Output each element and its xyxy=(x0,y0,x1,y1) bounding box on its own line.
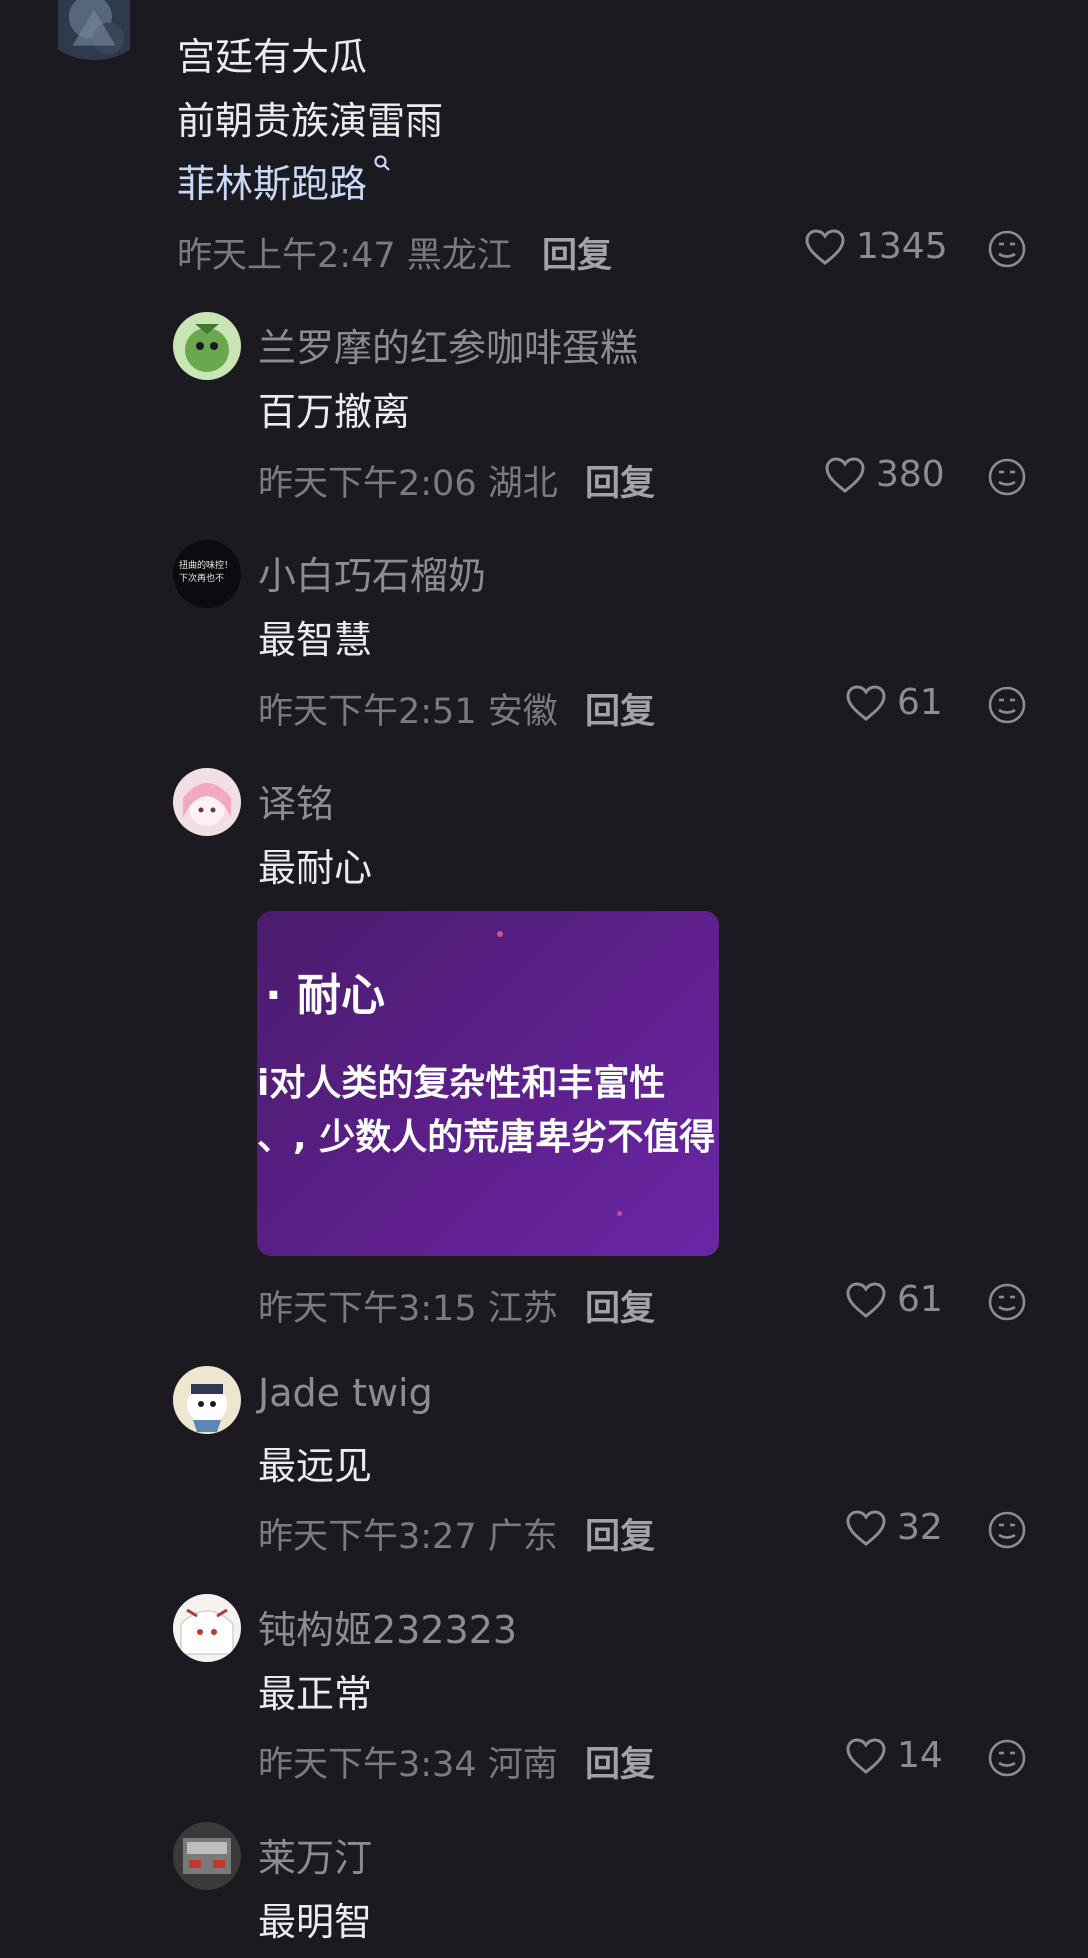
like-button[interactable]: 1345 xyxy=(804,226,948,267)
reply-author-name[interactable]: Jade twig xyxy=(258,1371,433,1415)
like-button[interactable]: 61 xyxy=(845,1279,943,1320)
reply-image[interactable]: · 耐心 i对人类的复杂性和丰富性 、, 少数人的荒唐卑劣不值得 xyxy=(257,911,719,1256)
comment-location: 黑龙江 xyxy=(406,236,512,276)
emoji-face-icon[interactable] xyxy=(987,685,1027,725)
comment-meta: 昨天上午2:47 黑龙江 xyxy=(177,227,512,278)
emoji-face-icon[interactable] xyxy=(987,457,1027,497)
reply-author-name[interactable]: 小白巧石榴奶 xyxy=(258,545,486,600)
image-line: 、, 少数人的荒唐卑劣不值得 xyxy=(257,1117,716,1158)
comment-location: 江苏 xyxy=(487,1289,558,1329)
heart-outline-icon xyxy=(846,1509,886,1546)
image-line: i对人类的复杂性和丰富性 xyxy=(257,1063,666,1104)
like-count: 32 xyxy=(897,1507,943,1548)
like-button[interactable]: 380 xyxy=(824,454,945,495)
comment-text-line: 宫廷有大瓜 xyxy=(177,35,368,79)
reply-button[interactable]: 回复 xyxy=(585,455,655,506)
avatar[interactable] xyxy=(43,0,145,60)
heart-outline-icon xyxy=(805,228,845,265)
avatar[interactable]: 扭曲的味控！ 下次再也不 xyxy=(173,540,241,608)
avatar[interactable] xyxy=(173,768,241,836)
heart-outline-icon xyxy=(825,456,865,493)
heart-outline-icon xyxy=(846,684,886,721)
search-keyword-link[interactable]: 菲林斯跑路 xyxy=(177,153,391,208)
like-count: 380 xyxy=(876,454,945,495)
like-count: 1345 xyxy=(856,226,948,267)
avatar[interactable] xyxy=(173,1366,241,1434)
search-icon xyxy=(373,153,391,178)
avatar-caption: 扭曲的味控！ xyxy=(179,561,234,571)
comment-time: 昨天下午2:51 xyxy=(258,692,477,732)
sparkle xyxy=(497,931,503,937)
reply-text: 最远见 xyxy=(258,1444,373,1488)
emoji-face-icon[interactable] xyxy=(987,1510,1027,1550)
reply-text: 最耐心 xyxy=(258,846,373,890)
reply-button[interactable]: 回复 xyxy=(542,227,612,278)
heart-outline-icon xyxy=(846,1281,886,1318)
avatar[interactable] xyxy=(173,1822,241,1890)
like-button[interactable]: 32 xyxy=(845,1507,943,1548)
comment-meta: 昨天下午2:51 安徽 xyxy=(258,683,558,734)
emoji-face-icon[interactable] xyxy=(987,1738,1027,1778)
like-count: 14 xyxy=(897,1735,943,1776)
avatar[interactable] xyxy=(173,312,241,380)
reply-button[interactable]: 回复 xyxy=(585,1280,655,1331)
reply-author-name[interactable]: 译铭 xyxy=(258,773,334,828)
comment-location: 广东 xyxy=(487,1517,558,1557)
reply-text: 百万撤离 xyxy=(258,390,411,434)
image-title: · 耐心 xyxy=(265,970,386,1021)
like-count: 61 xyxy=(897,1279,943,1320)
heart-outline-icon xyxy=(846,1737,886,1774)
reply-author-name[interactable]: 钝构姬232323 xyxy=(258,1599,517,1654)
comment-location: 河南 xyxy=(487,1745,558,1785)
comment-location: 湖北 xyxy=(487,464,558,504)
reply-text: 最正常 xyxy=(258,1672,373,1716)
comment-meta: 昨天下午2:06 湖北 xyxy=(258,455,558,506)
comment-time: 昨天下午2:06 xyxy=(258,464,477,504)
reply-author-name[interactable]: 莱万汀 xyxy=(258,1827,372,1882)
like-button[interactable]: 14 xyxy=(845,1735,943,1776)
avatar[interactable] xyxy=(173,1594,241,1662)
reply-author-name[interactable]: 兰罗摩的红参咖啡蛋糕 xyxy=(258,317,638,372)
comment-time: 昨天上午2:47 xyxy=(177,236,396,276)
like-button[interactable]: 61 xyxy=(845,682,943,723)
comment-time: 昨天下午3:27 xyxy=(258,1517,477,1557)
comment-location: 安徽 xyxy=(487,692,558,732)
reply-text: 最智慧 xyxy=(258,618,373,662)
reply-button[interactable]: 回复 xyxy=(585,1736,655,1787)
comment-text-line: 前朝贵族演雷雨 xyxy=(177,99,444,143)
emoji-face-icon[interactable] xyxy=(987,229,1027,269)
comment-meta: 昨天下午3:34 河南 xyxy=(258,1736,558,1787)
comment-time: 昨天下午3:15 xyxy=(258,1289,477,1329)
like-count: 61 xyxy=(897,682,943,723)
comment-meta: 昨天下午3:15 江苏 xyxy=(258,1280,558,1331)
reply-text: 最明智 xyxy=(258,1900,373,1944)
search-keyword-label[interactable]: 菲林斯跑路 xyxy=(177,162,367,206)
emoji-face-icon[interactable] xyxy=(987,1282,1027,1322)
reply-button[interactable]: 回复 xyxy=(585,683,655,734)
comment-time: 昨天下午3:34 xyxy=(258,1745,477,1785)
avatar-caption: 下次再也不 xyxy=(179,574,225,584)
sparkle xyxy=(617,1211,622,1216)
comment-meta: 昨天下午3:27 广东 xyxy=(258,1508,558,1559)
reply-button[interactable]: 回复 xyxy=(585,1508,655,1559)
